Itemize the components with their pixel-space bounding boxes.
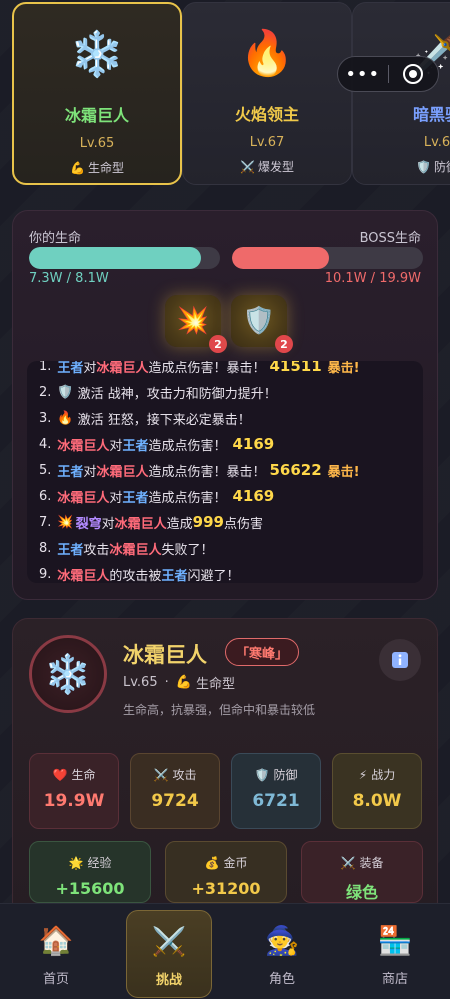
log-line: 1. 王者 对 冰霜巨人 造成点伤害！暴击！ 41511 暴击! [39, 361, 360, 376]
star-icon: 🌟 [68, 855, 84, 870]
reward-equipment: ⚔️ 装备 绿色 [301, 841, 423, 903]
store-icon: 🏪 [377, 923, 413, 957]
nav-character[interactable]: 🧙 角色 [239, 910, 325, 998]
wizard-icon: 🧙 [264, 923, 300, 957]
buff-rage[interactable]: 💥 2 [165, 295, 227, 353]
boss-card-frost-giant[interactable]: ❄️ 冰霜巨人 Lv.65 💪 生命型 [12, 2, 182, 185]
boss-description: 生命高，抗暴强，但命中和暴击较低 [123, 703, 316, 717]
info-button[interactable] [379, 639, 421, 681]
boss-level: Lv.6 [423, 135, 450, 150]
boss-hp-value: 10.1W / 19.9W [324, 271, 421, 286]
boss-card-fire-lord[interactable]: 🔥 火焰领主 Lv.67 ⚔️ 爆发型 [182, 2, 352, 185]
boss-hp-label: BOSS生命 [359, 231, 421, 246]
boss-type: ⚔️ 爆发型 [240, 159, 294, 175]
log-line: 6. 冰霜巨人 对 王者 造成点伤害！ 4169 [39, 487, 275, 506]
close-button[interactable] [388, 63, 438, 85]
snowflake-icon: ❄️ [69, 29, 125, 80]
boss-detail-name: 冰霜巨人 [123, 643, 207, 667]
log-line: 8. 王者 攻击 冰霜巨人 失败了！ [39, 540, 214, 558]
nav-home[interactable]: 🏠 首页 [13, 910, 99, 998]
battle-log[interactable]: 1. 王者 对 冰霜巨人 造成点伤害！暴击！ 41511 暴击! 2. 🛡️ 激… [27, 361, 423, 583]
log-line: 5. 王者 对 冰霜巨人 造成点伤害！暴击！ 56622 暴击! [39, 461, 360, 480]
crossed-swords-icon: ⚔️ [153, 767, 169, 782]
nav-challenge[interactable]: ⚔️ 挑战 [126, 910, 212, 998]
boss-type: 🛡️防御 [416, 159, 450, 175]
money-bag-icon: 💰 [204, 855, 220, 870]
boss-level: Lv.65 [79, 136, 115, 151]
stat-defense: 🛡️ 防御 6721 [231, 753, 321, 829]
battle-panel: 你的生命 BOSS生命 7.3W / 8.1W 10.1W / 19.9W 💥 … [12, 210, 438, 600]
shield-icon: 🛡️ [416, 159, 431, 174]
shield-icon: 🛡️ [242, 306, 276, 336]
boss-hp-bar [232, 247, 423, 269]
home-icon: 🏠 [38, 923, 74, 957]
heart-icon: ❤️ [52, 767, 68, 782]
explosion-icon: 💥 [176, 306, 210, 336]
stat-power: ⚡ 战力 8.0W [332, 753, 422, 829]
snowflake-icon: ❄️ [44, 651, 92, 696]
reward-exp: 🌟 经验 +15600 [29, 841, 151, 903]
boss-detail-meta: Lv.65 · 💪 生命型 [123, 675, 235, 692]
info-icon [392, 652, 408, 668]
boss-level: Lv.67 [249, 135, 285, 150]
buff-count-badge: 2 [275, 335, 293, 353]
more-button[interactable]: ••• [338, 64, 388, 85]
boss-name: 火焰领主 [234, 105, 299, 124]
log-line: 4. 冰霜巨人 对 王者 造成点伤害！ 4169 [39, 435, 275, 454]
reward-gold: 💰 金币 +31200 [165, 841, 287, 903]
stat-attack: ⚔️ 攻击 9724 [130, 753, 220, 829]
boss-detail-card: ❄️ 冰霜巨人 「寒峰」 Lv.65 · 💪 生命型 生命高，抗暴强，但命中和暴… [12, 618, 438, 918]
boss-type: 💪 生命型 [70, 160, 124, 176]
crossed-swords-icon: ⚔️ [340, 855, 356, 870]
target-icon [403, 64, 424, 84]
shield-icon: 🛡️ [57, 384, 74, 400]
player-hp-fill [29, 247, 202, 269]
crossed-swords-icon: ⚔️ [240, 159, 255, 174]
explosion-icon: 💥 [57, 514, 74, 530]
muscle-icon: 💪 [175, 675, 192, 690]
buff-count-badge: 2 [209, 335, 227, 353]
muscle-icon: 💪 [70, 160, 85, 175]
miniprogram-capsule: ••• [337, 56, 439, 92]
crossed-swords-icon: ⚔️ [151, 924, 187, 958]
fire-icon: 🔥 [57, 410, 74, 426]
boss-hp-fill [232, 247, 330, 269]
stat-hp: ❤️ 生命 19.9W [29, 753, 119, 829]
boss-name: 暗黑骑 [412, 105, 450, 124]
player-hp-label: 你的生命 [29, 231, 82, 246]
shield-icon: 🛡️ [254, 767, 270, 782]
lightning-icon: ⚡ [358, 767, 368, 782]
log-line: 2. 🛡️ 激活 战神，攻击力和防御力提升！ [39, 384, 277, 402]
log-line: 9. 冰霜巨人 的攻击被 王者 闪避了！ [39, 566, 240, 584]
boss-trait-tag: 「寒峰」 [225, 638, 300, 666]
log-line: 3. 🔥 激活 狂怒，接下来必定暴击！ [39, 410, 251, 428]
fire-icon: 🔥 [239, 28, 295, 79]
boss-name: 冰霜巨人 [64, 106, 129, 125]
player-hp-bar [29, 247, 220, 269]
player-hp-value: 7.3W / 8.1W [29, 271, 109, 286]
log-line: 7. 💥 裂穹 对 冰霜巨人 造成 999 点伤害 [39, 513, 263, 532]
bottom-nav: 🏠 首页 ⚔️ 挑战 🧙 角色 🏪 商店 [0, 903, 450, 999]
nav-store[interactable]: 🏪 商店 [352, 910, 438, 998]
buff-war-god[interactable]: 🛡️ 2 [231, 295, 293, 353]
boss-card-dark-knight[interactable]: 🗡️ 暗黑骑 Lv.6 🛡️防御 [352, 2, 450, 185]
boss-selector: ❄️ 冰霜巨人 Lv.65 💪 生命型 🔥 火焰领主 Lv.67 ⚔️ 爆发型 🗡️… [12, 0, 450, 190]
boss-avatar: ❄️ [29, 635, 107, 713]
